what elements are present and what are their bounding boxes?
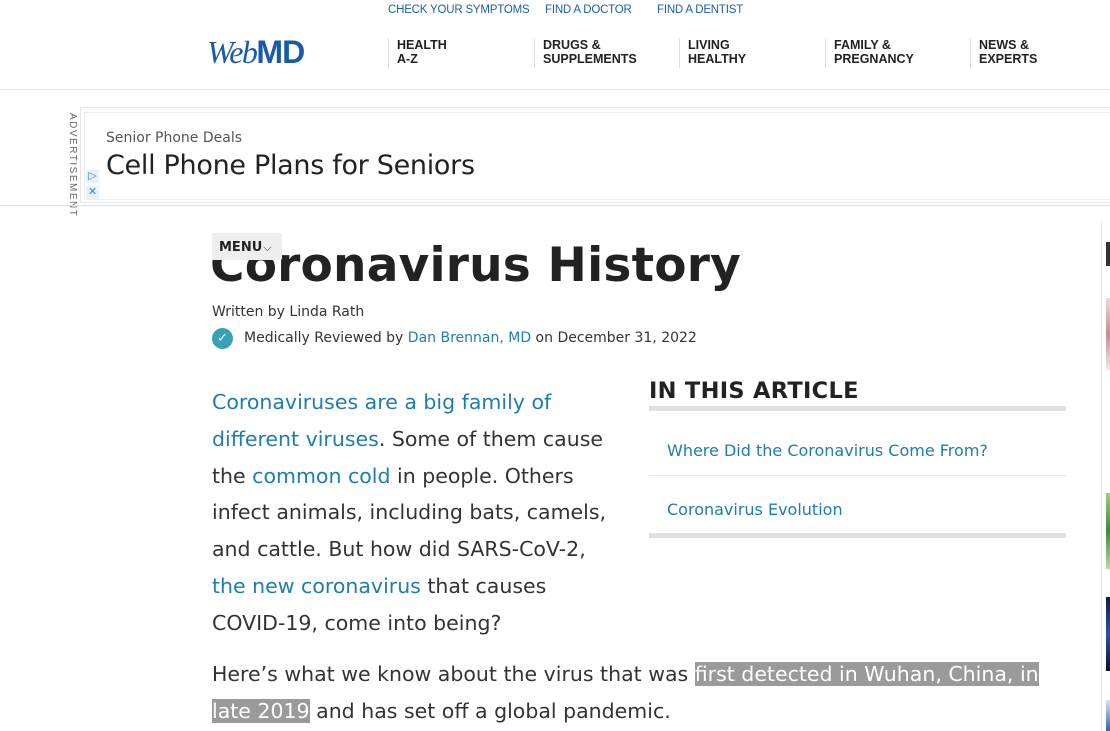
medical-review-line: Medically Reviewed by Dan Brennan, MD on… (244, 330, 697, 346)
nav-living-healthy[interactable]: LIVING HEALTHY (679, 38, 746, 68)
nav-label-line1: FAMILY & (834, 38, 891, 52)
nav-label-line1: NEWS & (979, 38, 1029, 52)
toc-divider (649, 475, 1066, 476)
advertisement-label: ADVERTISEMENT (67, 113, 78, 218)
ad-divider (0, 205, 1110, 206)
find-dentist-link[interactable]: FIND A DENTIST (657, 4, 743, 16)
webmd-logo[interactable]: WebMD (207, 34, 305, 71)
author-byline: Written by Linda Rath (212, 304, 365, 320)
check-icon: ✓ (212, 328, 233, 349)
review-prefix: Medically Reviewed by (244, 330, 408, 346)
logo-md-text: MD (256, 34, 305, 70)
menu-button[interactable]: MENU⌵ (212, 233, 282, 260)
nav-label-line1: DRUGS & (543, 38, 601, 52)
nav-health-az[interactable]: HEALTH A-Z (388, 38, 447, 68)
nav-label-line2: HEALTHY (688, 52, 747, 66)
nav-label-line2: A-Z (397, 52, 418, 66)
sidebar-thumbnail[interactable] (1106, 493, 1110, 569)
nav-news-experts[interactable]: NEWS & EXPERTS (970, 38, 1037, 68)
sidebar-thumbnail[interactable] (1106, 700, 1110, 731)
page-title: Coronavirus History (210, 238, 741, 293)
chevron-down-icon: ⌵ (263, 241, 272, 254)
logo-web-text: Web (207, 34, 258, 70)
header-divider (0, 89, 1110, 90)
nav-drugs-supplements[interactable]: DRUGS & SUPPLEMENTS (534, 38, 637, 68)
article-toc: Where Did the Coronavirus Come From? Cor… (649, 406, 1066, 538)
second-paragraph: Here’s what we know about the virus that… (212, 656, 1072, 730)
sidebar-thumbnail[interactable] (1106, 597, 1110, 671)
find-doctor-link[interactable]: FIND A DOCTOR (545, 4, 632, 16)
sidebar-heading-fragment (1106, 242, 1110, 266)
intro-paragraph: Coronaviruses are a big family of differ… (212, 384, 622, 642)
adchoices-icon[interactable]: ▷ (86, 170, 99, 183)
ad-headline[interactable]: Cell Phone Plans for Seniors (106, 150, 475, 181)
reviewer-link[interactable]: Dan Brennan, MD (408, 330, 531, 346)
menu-label: MENU (219, 240, 263, 255)
ad-sponsor[interactable]: Senior Phone Deals (106, 130, 242, 146)
paragraph-text: Here’s what we know about the virus that… (212, 662, 695, 686)
common-cold-link[interactable]: common cold (252, 464, 390, 488)
toc-link-evolution[interactable]: Coronavirus Evolution (667, 500, 843, 519)
check-symptoms-link[interactable]: CHECK YOUR SYMPTOMS (388, 4, 530, 16)
nav-label-line2: SUPPLEMENTS (543, 52, 637, 66)
toc-link-origin[interactable]: Where Did the Coronavirus Come From? (667, 441, 988, 460)
in-this-article-heading: IN THIS ARTICLE (649, 378, 859, 404)
nav-label-line1: LIVING (688, 38, 730, 52)
review-date: on December 31, 2022 (531, 330, 697, 346)
nav-label-line2: PREGNANCY (834, 52, 914, 66)
nav-family-pregnancy[interactable]: FAMILY & PREGNANCY (825, 38, 914, 68)
new-coronavirus-link[interactable]: the new coronavirus (212, 574, 421, 598)
top-utility-links: CHECK YOUR SYMPTOMS FIND A DOCTOR FIND A… (0, 4, 1110, 20)
nav-label-line2: EXPERTS (979, 52, 1038, 66)
sidebar-border (1101, 220, 1102, 731)
close-icon[interactable]: ✕ (86, 186, 99, 199)
nav-label-line1: HEALTH (397, 38, 447, 52)
sidebar-thumbnail[interactable] (1106, 298, 1110, 370)
paragraph-text: and has set off a global pandemic. (309, 698, 671, 723)
